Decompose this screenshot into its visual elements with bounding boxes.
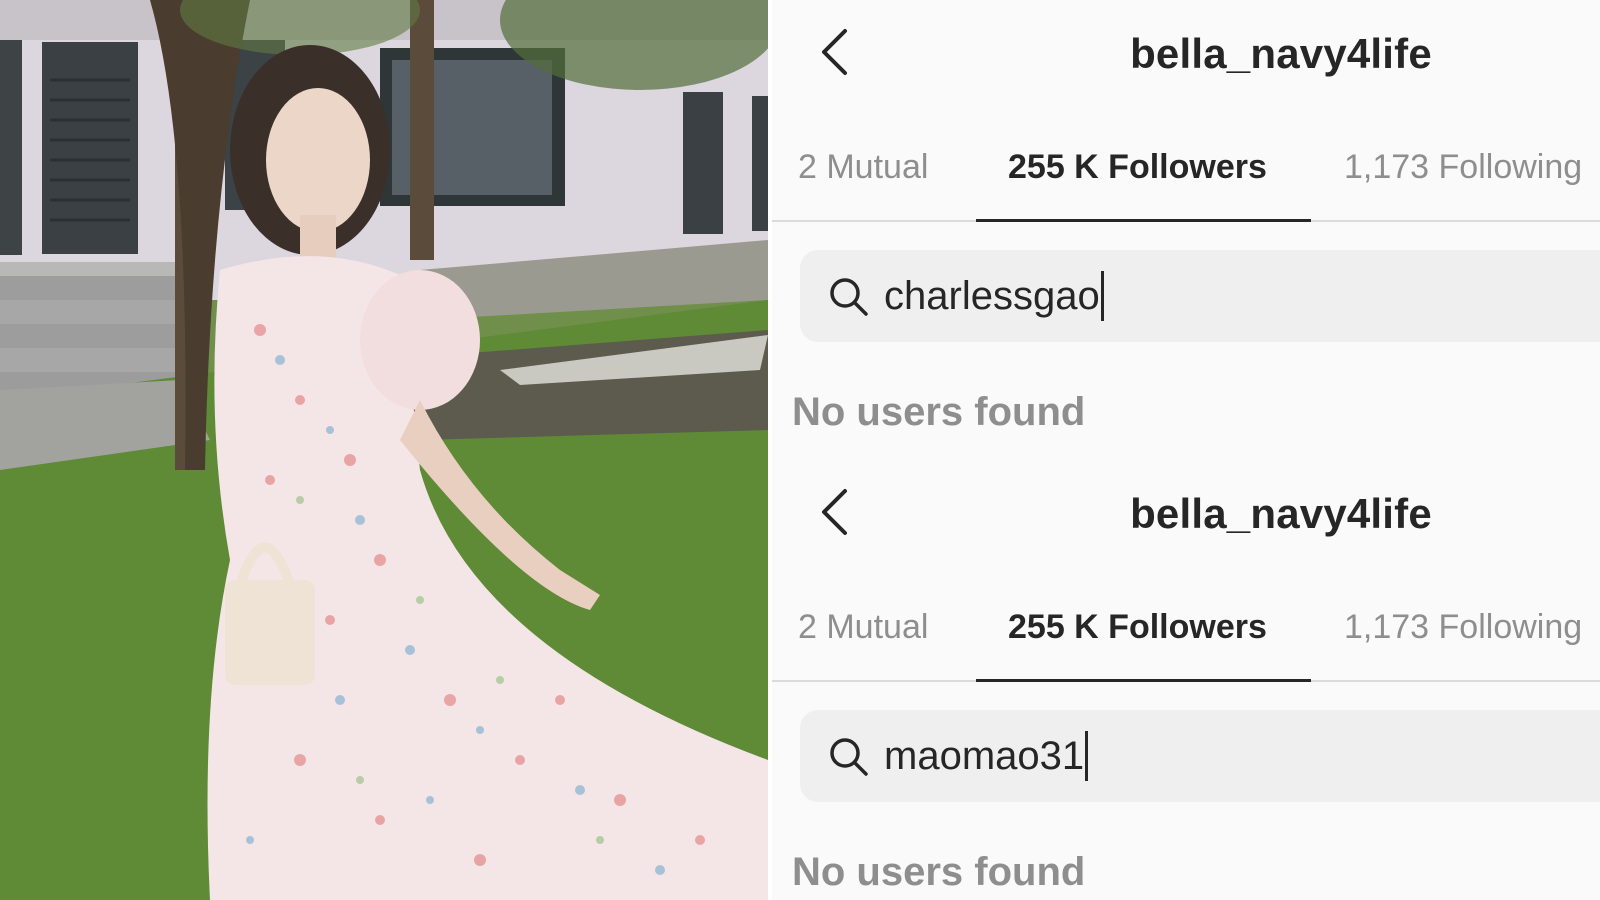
tab-bar: 2 Mutual 255 K Followers 1,173 Following: [772, 130, 1600, 222]
tab-following[interactable]: 1,173 Following: [1344, 148, 1582, 187]
search-query: maomao31: [884, 733, 1085, 778]
search-icon: [830, 278, 868, 316]
profile-username: bella_navy4life: [1130, 490, 1432, 537]
search-input[interactable]: maomao31: [884, 731, 1089, 781]
active-tab-indicator: [976, 219, 1311, 222]
profile-photo: [0, 0, 768, 900]
header: bella_navy4life: [772, 0, 1600, 112]
text-caret: [1085, 731, 1089, 781]
search-bar[interactable]: maomao31: [800, 710, 1600, 802]
search-input[interactable]: charlessgao: [884, 271, 1104, 321]
followers-screen-2: bella_navy4life 2 Mutual 255 K Followers…: [772, 460, 1600, 900]
tab-followers[interactable]: 255 K Followers: [1008, 608, 1267, 647]
header: bella_navy4life: [772, 460, 1600, 572]
text-caret: [1100, 271, 1104, 321]
tab-mutual[interactable]: 2 Mutual: [798, 148, 928, 187]
tab-followers[interactable]: 255 K Followers: [1008, 148, 1267, 187]
tab-mutual[interactable]: 2 Mutual: [798, 608, 928, 647]
followers-screen-1: bella_navy4life 2 Mutual 255 K Followers…: [772, 0, 1600, 460]
tab-bar: 2 Mutual 255 K Followers 1,173 Following: [772, 590, 1600, 682]
profile-username: bella_navy4life: [1130, 30, 1432, 77]
search-bar[interactable]: charlessgao: [800, 250, 1600, 342]
active-tab-indicator: [976, 679, 1311, 682]
search-query: charlessgao: [884, 273, 1100, 318]
empty-results-message: No users found: [792, 850, 1086, 894]
tab-following[interactable]: 1,173 Following: [1344, 608, 1582, 647]
empty-results-message: No users found: [792, 390, 1086, 434]
search-icon: [830, 738, 868, 776]
